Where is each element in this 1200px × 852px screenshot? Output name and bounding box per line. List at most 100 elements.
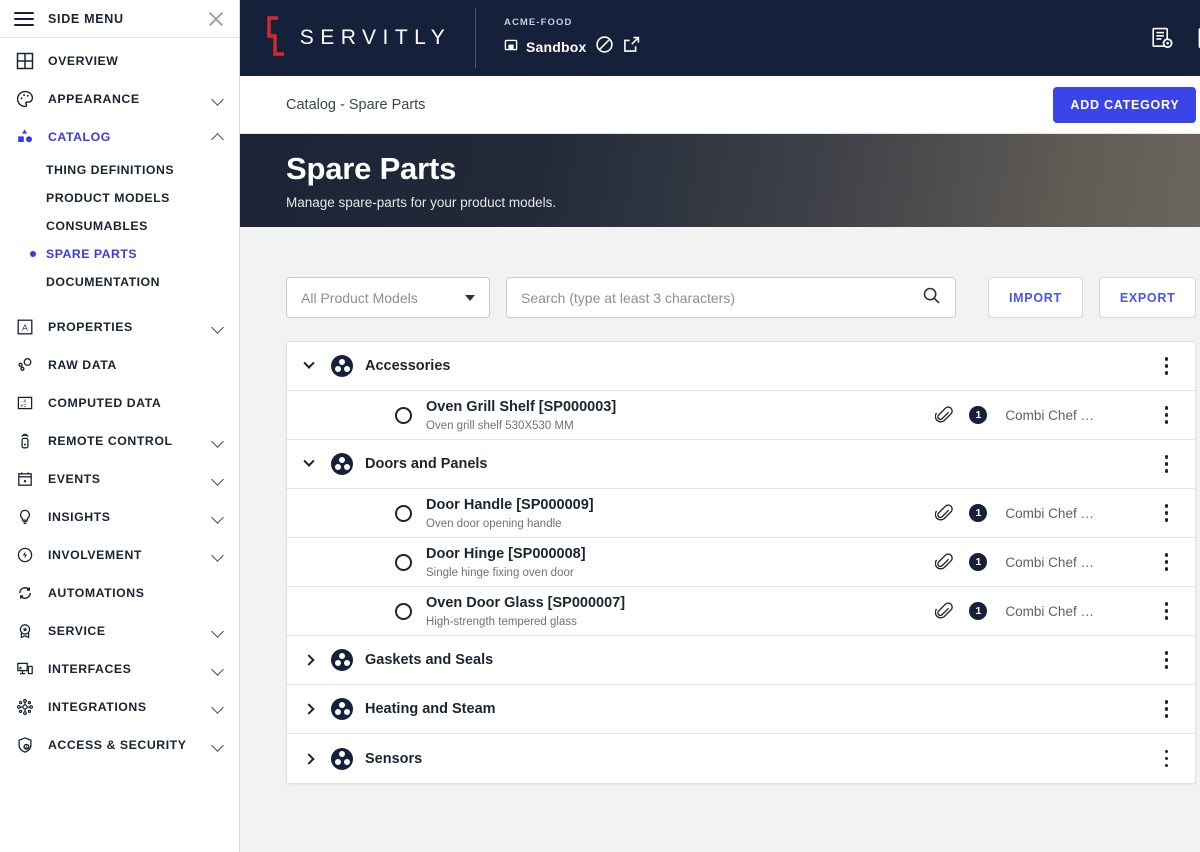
category-row[interactable]: Doors and Panels	[287, 440, 1196, 489]
sidebar-item-automations[interactable]: AUTOMATIONS	[0, 574, 239, 612]
chevron-up-icon[interactable]	[211, 130, 225, 144]
part-description: Single hinge fixing oven door	[426, 566, 574, 579]
category-name: Gaskets and Seals	[365, 652, 494, 668]
category-row[interactable]: Gaskets and Seals	[287, 636, 1196, 685]
letter-a-box-icon: A	[14, 316, 36, 338]
category-row[interactable]: Heating and Steam	[287, 685, 1196, 734]
chevron-down-icon[interactable]	[303, 357, 331, 370]
chevron-down-icon[interactable]	[211, 434, 225, 448]
chevron-down-icon[interactable]	[211, 472, 225, 486]
svg-text:+=: +=	[20, 403, 26, 409]
search-icon[interactable]	[922, 286, 941, 310]
sidebar-item-remote-control[interactable]: REMOTE CONTROL	[0, 422, 239, 460]
category-icon	[331, 649, 353, 671]
sidebar-item-involvement[interactable]: INVOLVEMENT	[0, 536, 239, 574]
part-select-radio[interactable]	[395, 553, 412, 571]
sidebar-item-catalog[interactable]: CATALOG	[0, 118, 239, 156]
part-menu-icon[interactable]	[1155, 501, 1177, 525]
spare-parts-list: Accessories Oven Grill Shelf [SP000003] …	[286, 341, 1197, 784]
part-menu-icon[interactable]	[1155, 599, 1177, 623]
sidebar-item-computed-data[interactable]: -x += COMPUTED DATA	[0, 384, 239, 422]
sidebar-item-documentation[interactable]: DOCUMENTATION	[0, 268, 239, 296]
chevron-down-icon[interactable]	[303, 455, 331, 468]
sidebar-nav: OVERVIEW APPEARANCE CATALOG THING DEFINI…	[0, 38, 239, 764]
chevron-down-icon[interactable]	[211, 320, 225, 334]
search-box[interactable]	[506, 277, 956, 318]
part-menu-icon[interactable]	[1155, 550, 1177, 574]
sidebar-item-label: ACCESS & SECURITY	[48, 738, 187, 752]
sidebar-item-service[interactable]: SERVICE	[0, 612, 239, 650]
sidebar-item-interfaces[interactable]: INTERFACES	[0, 650, 239, 688]
attachment-icon[interactable]	[931, 405, 957, 425]
attachment-icon[interactable]	[931, 601, 957, 621]
chevron-right-icon[interactable]	[303, 752, 331, 765]
sidebar-item-integrations[interactable]: INTEGRATIONS	[0, 688, 239, 726]
category-menu-icon[interactable]	[1155, 697, 1177, 721]
sidebar-subitem-label: CONSUMABLES	[46, 219, 148, 233]
palette-icon	[14, 88, 36, 110]
hamburger-icon[interactable]	[14, 11, 34, 26]
table-row[interactable]: Oven Door Glass [SP000007] High-strength…	[287, 587, 1196, 636]
chevron-right-icon[interactable]	[303, 654, 331, 666]
refresh-cycle-icon	[14, 582, 36, 604]
category-menu-icon[interactable]	[1155, 452, 1177, 476]
sidebar-item-access-security[interactable]: ACCESS & SECURITY	[0, 726, 239, 764]
category-icon	[331, 355, 353, 377]
sidebar-item-thing-definitions[interactable]: THING DEFINITIONS	[0, 156, 239, 184]
part-text: Door Handle [SP000009] Oven door opening…	[426, 496, 931, 529]
category-menu-icon[interactable]	[1155, 648, 1177, 672]
chevron-down-icon[interactable]	[211, 738, 225, 752]
attachment-icon[interactable]	[931, 503, 957, 523]
sidebar-item-appearance[interactable]: APPEARANCE	[0, 80, 239, 118]
chevron-down-icon[interactable]	[211, 548, 225, 562]
raw-data-icon	[14, 354, 36, 376]
chevron-down-icon[interactable]	[211, 662, 225, 676]
table-row[interactable]: Oven Grill Shelf [SP000003] Oven grill s…	[287, 391, 1196, 440]
brand-logo[interactable]: SERVITLY	[240, 15, 475, 61]
sidebar-item-product-models[interactable]: PRODUCT MODELS	[0, 184, 239, 212]
chevron-down-icon[interactable]	[211, 92, 225, 106]
part-select-radio[interactable]	[395, 406, 412, 424]
sidebar-item-label: REMOTE CONTROL	[48, 434, 173, 448]
chevron-down-icon[interactable]	[211, 700, 225, 714]
chevron-down-icon[interactable]	[211, 510, 225, 524]
category-name: Doors and Panels	[365, 456, 488, 472]
product-model-filter-select[interactable]: All Product Models	[286, 277, 490, 318]
category-menu-icon[interactable]	[1155, 747, 1177, 771]
import-button[interactable]: IMPORT	[988, 277, 1083, 318]
no-entry-icon[interactable]	[595, 35, 614, 59]
attachment-icon[interactable]	[931, 552, 957, 572]
sidebar-item-label: SERVICE	[48, 624, 106, 638]
category-menu-icon[interactable]	[1155, 354, 1177, 378]
part-menu-icon[interactable]	[1155, 403, 1177, 427]
sidebar-item-consumables[interactable]: CONSUMABLES	[0, 212, 239, 240]
category-row[interactable]: Sensors	[287, 734, 1195, 783]
part-title: Door Hinge [SP000008]	[426, 546, 586, 563]
main-area: SERVITLY ACME-FOOD Sandbox Catalog - Spa…	[240, 0, 1200, 852]
table-row[interactable]: Door Hinge [SP000008] Single hinge fixin…	[287, 538, 1196, 587]
sidebar-item-raw-data[interactable]: RAW DATA	[0, 346, 239, 384]
screen-device-icon	[14, 658, 36, 680]
catalog-shapes-icon	[14, 126, 36, 148]
search-input[interactable]	[521, 289, 922, 306]
close-icon[interactable]	[207, 10, 225, 28]
category-row[interactable]: Accessories	[287, 342, 1196, 391]
document-settings-icon[interactable]	[1150, 26, 1174, 50]
sidebar-item-overview[interactable]: OVERVIEW	[0, 42, 239, 80]
sidebar-item-insights[interactable]: INSIGHTS	[0, 498, 239, 536]
part-select-radio[interactable]	[395, 602, 412, 620]
export-button[interactable]: EXPORT	[1098, 277, 1197, 318]
sidebar-item-spare-parts[interactable]: SPARE PARTS	[0, 240, 239, 268]
sidebar-item-label: RAW DATA	[48, 358, 117, 372]
table-row[interactable]: Door Handle [SP000009] Oven door opening…	[287, 489, 1196, 538]
page-subtitle: Manage spare-parts for your product mode…	[286, 194, 557, 210]
add-category-button[interactable]: ADD CATEGORY	[1053, 86, 1197, 123]
chevron-right-icon[interactable]	[303, 703, 331, 715]
chevron-down-icon[interactable]	[211, 624, 225, 638]
sidebar-item-events[interactable]: EVENTS	[0, 460, 239, 498]
part-select-radio[interactable]	[395, 504, 412, 522]
account-icon[interactable]	[1196, 26, 1200, 50]
part-product-model: Combi Chef …	[1005, 603, 1094, 619]
external-link-icon[interactable]	[622, 35, 641, 59]
sidebar-item-properties[interactable]: A PROPERTIES	[0, 308, 239, 346]
